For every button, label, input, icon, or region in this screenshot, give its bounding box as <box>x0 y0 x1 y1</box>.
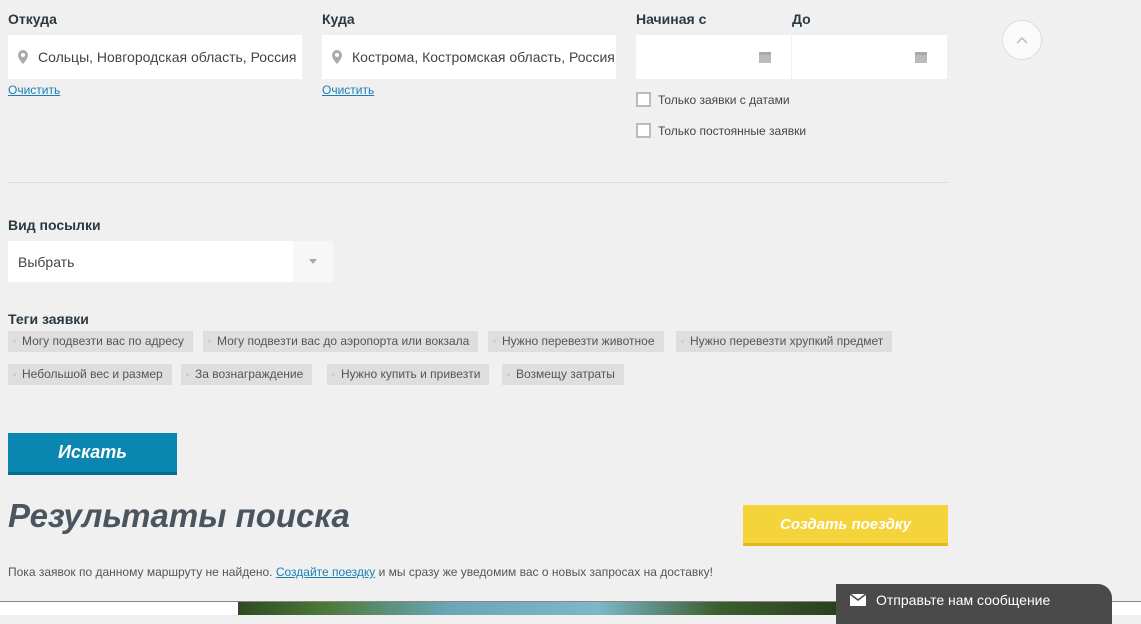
dropdown-arrow-icon <box>293 241 333 282</box>
to-label: Куда <box>322 11 355 27</box>
hero-image <box>238 602 838 615</box>
date-to-label: До <box>792 11 811 27</box>
date-from-input[interactable] <box>636 35 791 79</box>
location-pin-icon <box>18 50 28 64</box>
tag-item[interactable]: Небольшой вес и размер <box>8 364 172 385</box>
results-title: Результаты поиска <box>8 497 350 534</box>
from-input[interactable]: Сольцы, Новгородская область, Россия <box>8 35 302 79</box>
envelope-icon <box>850 594 866 606</box>
parcel-label: Вид посылки <box>8 217 101 233</box>
tag-item[interactable]: Могу подвезти вас до аэропорта или вокза… <box>203 331 479 352</box>
checkbox-box[interactable] <box>636 92 651 107</box>
checkbox-box[interactable] <box>636 123 651 138</box>
parcel-select[interactable]: Выбрать <box>8 241 333 282</box>
search-button[interactable]: Искать <box>8 433 177 475</box>
divider <box>8 182 948 183</box>
feedback-widget[interactable]: Отправьте нам сообщение <box>836 584 1112 624</box>
message-text: Пока заявок по данному маршруту не найде… <box>8 565 276 579</box>
from-label: Откуда <box>8 11 57 27</box>
tag-item[interactable]: Могу подвезти вас по адресу <box>8 331 193 352</box>
calendar-icon <box>915 52 927 63</box>
no-results-message: Пока заявок по данному маршруту не найде… <box>8 565 713 579</box>
feedback-label: Отправьте нам сообщение <box>876 592 1051 608</box>
tag-item[interactable]: Возмещу затраты <box>502 364 624 385</box>
date-to-input[interactable] <box>792 35 947 79</box>
from-value: Сольцы, Новгородская область, Россия <box>38 49 297 65</box>
message-text: и мы сразу же уведомим вас о новых запро… <box>375 565 714 579</box>
checkbox-permanent-only[interactable]: Только постоянные заявки <box>636 123 806 138</box>
chevron-up-icon <box>1016 36 1028 44</box>
location-pin-icon <box>332 50 342 64</box>
collapse-button[interactable] <box>1002 20 1042 60</box>
tag-item[interactable]: Нужно перевезти животное <box>488 331 664 352</box>
date-from-label: Начиная с <box>636 11 707 27</box>
checkbox-dates-only[interactable]: Только заявки с датами <box>636 92 790 107</box>
calendar-icon <box>759 52 771 63</box>
to-clear-link[interactable]: Очистить <box>322 83 374 97</box>
to-value: Кострома, Костромская область, Россия <box>352 49 615 65</box>
create-trip-button[interactable]: Создать поездку <box>743 505 948 546</box>
tag-item[interactable]: Нужно купить и привезти <box>327 364 490 385</box>
tag-item[interactable]: Нужно перевезти хрупкий предмет <box>676 331 893 352</box>
checkbox-label: Только постоянные заявки <box>658 123 807 138</box>
create-trip-link[interactable]: Создайте поездку <box>276 565 375 579</box>
parcel-value: Выбрать <box>18 253 75 270</box>
checkbox-label: Только заявки с датами <box>658 92 790 107</box>
tag-item[interactable]: За вознаграждение <box>181 364 313 385</box>
to-input[interactable]: Кострома, Костромская область, Россия <box>322 35 616 79</box>
tags-label: Теги заявки <box>8 311 89 327</box>
from-clear-link[interactable]: Очистить <box>8 83 60 97</box>
